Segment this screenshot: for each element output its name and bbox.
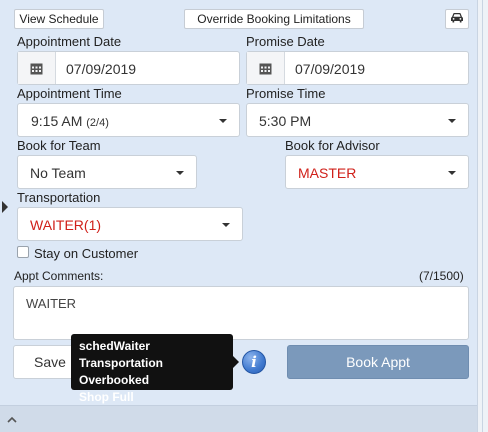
transportation-select[interactable]: WAITER(1) [17, 207, 243, 241]
book-for-advisor-label: Book for Advisor [285, 138, 380, 153]
appt-comments-label: Appt Comments: [14, 269, 104, 283]
tooltip-line: Transportation Overbooked [79, 356, 164, 387]
appt-comments-text: WAITER [26, 296, 77, 311]
book-for-team-label: Book for Team [17, 138, 101, 153]
appointment-date-field[interactable]: 07/09/2019 [17, 51, 240, 85]
transportation-label: Transportation [17, 190, 101, 205]
left-arrow-icon[interactable] [2, 201, 8, 213]
comments-char-count: (7/1500) [419, 269, 464, 283]
chevron-down-icon [448, 119, 456, 123]
stay-on-customer-checkbox[interactable] [17, 246, 29, 258]
booking-panel: View Schedule Override Booking Limitatio… [0, 0, 477, 405]
info-icon[interactable]: i [242, 350, 266, 374]
override-booking-button[interactable]: Override Booking Limitations [184, 9, 364, 29]
right-scroll-rail[interactable] [477, 0, 488, 432]
car-icon [450, 10, 464, 28]
appointment-time-label: Appointment Time [17, 86, 122, 101]
book-for-advisor-value: MASTER [298, 165, 357, 181]
chevron-down-icon [448, 171, 456, 175]
save-button[interactable]: Save [13, 345, 77, 379]
promise-time-select[interactable]: 5:30 PM [246, 103, 469, 137]
tooltip-line: Shop Full [79, 390, 134, 404]
tooltip-arrow [233, 356, 239, 368]
tooltip-line: schedWaiter [79, 339, 150, 353]
calendar-icon[interactable] [247, 52, 285, 84]
transportation-value: WAITER(1) [30, 217, 102, 233]
caret-up-icon[interactable] [7, 415, 17, 426]
appointment-date-value: 07/09/2019 [66, 61, 137, 77]
appointment-date-label: Appointment Date [17, 34, 122, 49]
appt-comments-textarea[interactable]: WAITER [13, 286, 469, 340]
bottom-bar [0, 405, 477, 432]
overbook-tooltip: schedWaiter Transportation Overbooked Sh… [71, 334, 239, 404]
book-appt-button[interactable]: Book Appt [287, 345, 469, 379]
book-for-team-select[interactable]: No Team [17, 155, 197, 189]
appointment-time-value: 9:15 AM (2/4) [31, 113, 109, 129]
promise-time-label: Promise Time [246, 86, 326, 101]
calendar-icon[interactable] [18, 52, 56, 84]
chevron-down-icon [176, 171, 184, 175]
promise-date-field[interactable]: 07/09/2019 [246, 51, 469, 85]
book-for-advisor-select[interactable]: MASTER [285, 155, 469, 189]
rail-divider [482, 0, 483, 432]
appointment-time-select[interactable]: 9:15 AM (2/4) [17, 103, 240, 137]
promise-date-label: Promise Date [246, 34, 325, 49]
view-schedule-button[interactable]: View Schedule [14, 9, 104, 29]
chevron-down-icon [219, 119, 227, 123]
appointment-time-capacity: (2/4) [86, 117, 109, 129]
chevron-down-icon [222, 223, 230, 227]
promise-date-value: 07/09/2019 [295, 61, 366, 77]
vehicle-button[interactable] [445, 9, 469, 29]
promise-time-value: 5:30 PM [259, 113, 312, 129]
stay-on-customer-label: Stay on Customer [34, 246, 139, 261]
book-for-team-value: No Team [30, 165, 86, 181]
